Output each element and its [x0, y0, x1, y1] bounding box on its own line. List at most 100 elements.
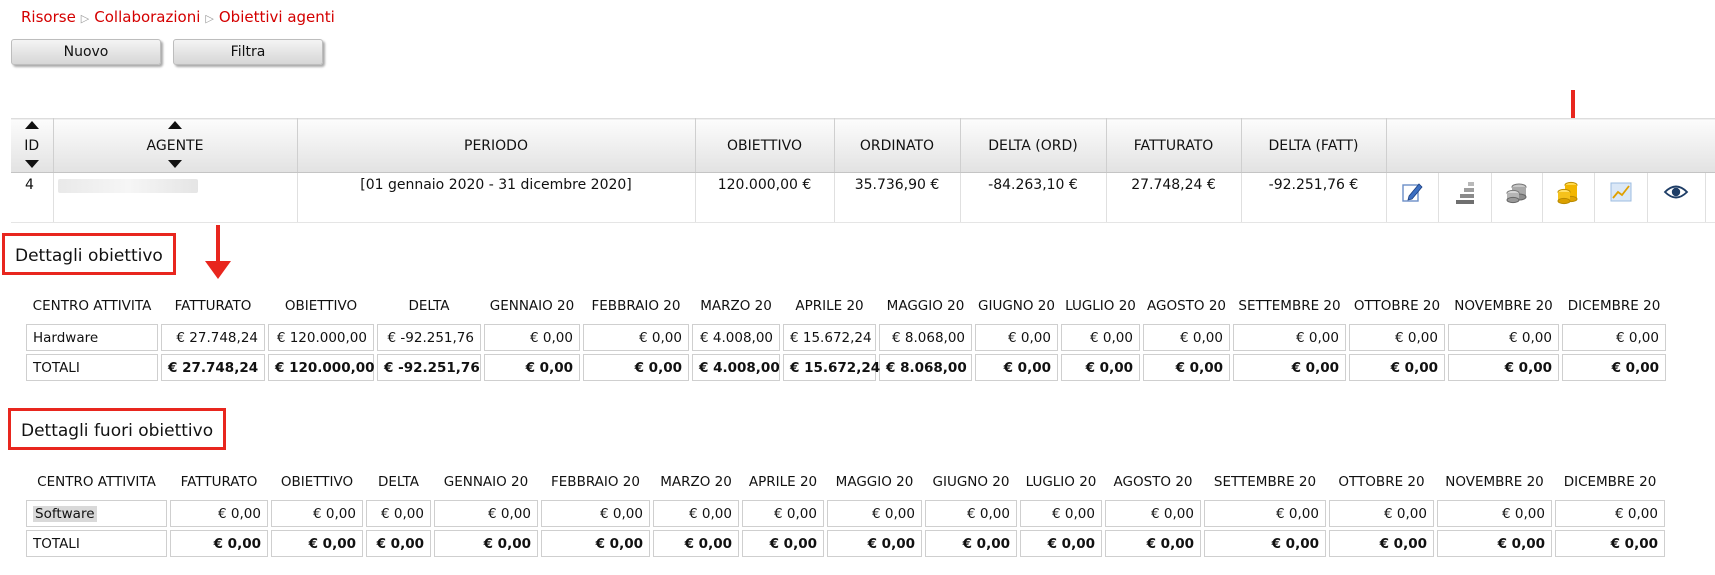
cell-value: € 8.068,00 — [879, 354, 972, 381]
sort-desc-icon[interactable] — [168, 160, 182, 168]
outside-header-fatturato: FATTURATO — [180, 474, 258, 490]
details-header-obiettivo: OBIETTIVO — [284, 298, 358, 314]
cell-value: € 0,00 — [1555, 500, 1665, 527]
cell-centro: Hardware — [26, 324, 158, 351]
cell-value: € 0,00 — [1349, 324, 1445, 351]
agent-name-redacted — [57, 179, 198, 193]
cell-value: € 0,00 — [1105, 500, 1201, 527]
details-section-title: Dettagli obiettivo — [2, 233, 176, 275]
action-bars[interactable] — [1438, 172, 1492, 223]
coins-stack-gold-icon[interactable] — [1555, 179, 1581, 205]
details-header-month: LUGLIO 20 — [1065, 298, 1136, 314]
outside-header-month: DICEMBRE 20 — [1563, 474, 1657, 490]
cell-value: € 0,00 — [975, 354, 1058, 381]
cell-value: € 0,00 — [1061, 354, 1140, 381]
outside-header-month: SETTEMBRE 20 — [1213, 474, 1317, 490]
eye-icon[interactable] — [1663, 179, 1689, 205]
sort-asc-icon[interactable] — [168, 121, 182, 129]
column-header-fatturato: FATTURATO — [1106, 118, 1242, 173]
outside-section-title: Dettagli fuori obiettivo — [8, 408, 227, 450]
cell-value: € 0,00 — [170, 530, 268, 557]
cell-value: € 0,00 — [827, 500, 922, 527]
column-header-agente[interactable]: AGENTE — [53, 118, 298, 173]
details-header-month: APRILE 20 — [795, 298, 864, 314]
bar-chart-icon[interactable] — [1452, 179, 1478, 205]
cell-value: € 0,00 — [484, 324, 580, 351]
cell-filler — [1705, 172, 1715, 223]
cell-value: € 0,00 — [1329, 530, 1434, 557]
cell-value: € 0,00 — [653, 500, 739, 527]
column-header-delta-fatt: DELTA (FATT) — [1241, 118, 1387, 173]
cell-value: € 0,00 — [271, 530, 363, 557]
cell-value: € 0,00 — [366, 500, 431, 527]
breadcrumb-separator: ▷ — [80, 12, 90, 25]
action-line-chart[interactable] — [1594, 172, 1648, 223]
breadcrumb-risorse[interactable]: Risorse — [21, 8, 76, 26]
column-header-id[interactable]: ID — [11, 118, 54, 173]
breadcrumb-collaborazioni[interactable]: Collaborazioni — [94, 8, 200, 26]
cell-value: € 0,00 — [1448, 354, 1559, 381]
outside-header-centro: CENTRO ATTIVITA — [37, 474, 156, 490]
cell-value: € 27.748,24 — [161, 354, 265, 381]
cell-value: € 0,00 — [925, 500, 1017, 527]
outside-header-month: MARZO 20 — [660, 474, 732, 490]
details-header-row: CENTRO ATTIVITA FATTURATO OBIETTIVO DELT… — [26, 291, 1666, 321]
action-coins-gray[interactable] — [1491, 172, 1543, 223]
cell-centro: TOTALI — [26, 354, 158, 381]
cell-value: € 0,00 — [1437, 500, 1552, 527]
column-header-ordinato: ORDINATO — [834, 118, 961, 173]
cell-value: € -92.251,76 — [377, 324, 481, 351]
details-header-month: DICEMBRE 20 — [1567, 298, 1661, 314]
cell-value: € 120.000,00 — [268, 324, 374, 351]
objectives-table: ID AGENTE PERIODO OBIETTIVO ORDINATO DEL… — [11, 118, 1715, 223]
cell-value: € 0,00 — [541, 530, 650, 557]
cell-value: € 0,00 — [1143, 324, 1230, 351]
action-coins-gold[interactable] — [1542, 172, 1595, 223]
details-header-month: FEBBRAIO 20 — [591, 298, 681, 314]
cell-value: € 27.748,24 — [161, 324, 265, 351]
cell-value: € 0,00 — [1143, 354, 1230, 381]
cell-ordinato: 35.736,90 € — [834, 172, 961, 223]
cell-value: € 0,00 — [170, 500, 268, 527]
action-edit[interactable] — [1386, 172, 1439, 223]
cell-value: € 0,00 — [1020, 530, 1102, 557]
cell-agente — [53, 172, 298, 223]
column-header-obiettivo: OBIETTIVO — [695, 118, 835, 173]
cell-value: € 0,00 — [1233, 354, 1346, 381]
cell-value: € 0,00 — [1448, 324, 1559, 351]
cell-value: € 0,00 — [925, 530, 1017, 557]
cell-value: € 0,00 — [1020, 500, 1102, 527]
outside-header-row: CENTRO ATTIVITA FATTURATO OBIETTIVO DELT… — [26, 467, 1665, 497]
cell-value: € 15.672,24 — [783, 324, 876, 351]
action-view[interactable] — [1647, 172, 1706, 223]
new-button[interactable]: Nuovo — [11, 39, 161, 65]
table-header-row: ID AGENTE PERIODO OBIETTIVO ORDINATO DEL… — [11, 118, 1715, 173]
sort-desc-icon[interactable] — [24, 160, 39, 168]
cell-value: € 0,00 — [975, 324, 1058, 351]
details-header-month: MAGGIO 20 — [886, 298, 965, 314]
details-header-month: MARZO 20 — [700, 298, 772, 314]
cell-value: € -92.251,76 — [377, 354, 481, 381]
cell-value: € 0,00 — [583, 354, 689, 381]
cell-value: € 0,00 — [1204, 530, 1326, 557]
cell-value: € 0,00 — [1233, 324, 1346, 351]
breadcrumb-obiettivi-agenti[interactable]: Obiettivi agenti — [219, 8, 335, 26]
line-chart-icon[interactable] — [1608, 179, 1634, 205]
details-header-delta: DELTA — [408, 298, 450, 314]
sort-asc-icon[interactable] — [24, 121, 39, 129]
outside-header-month: GIUGNO 20 — [932, 474, 1010, 490]
table-row: Hardware € 27.748,24 € 120.000,00 € -92.… — [26, 324, 1666, 351]
details-header-fatturato: FATTURATO — [174, 298, 252, 314]
outside-header-month: LUGLIO 20 — [1025, 474, 1097, 490]
filter-button[interactable]: Filtra — [173, 39, 323, 65]
cell-value: € 4.008,00 — [692, 354, 780, 381]
edit-pencil-icon[interactable] — [1399, 179, 1425, 205]
details-header-month: GIUGNO 20 — [978, 298, 1055, 314]
details-header-month: AGOSTO 20 — [1147, 298, 1226, 314]
outside-header-month: OTTOBRE 20 — [1338, 474, 1425, 490]
cell-value: € 0,00 — [742, 530, 824, 557]
cell-value: € 0,00 — [541, 500, 650, 527]
coins-stack-gray-icon[interactable] — [1504, 179, 1530, 205]
cell-periodo: [01 gennaio 2020 - 31 dicembre 2020] — [297, 172, 696, 223]
table-row-totals: TOTALI € 27.748,24 € 120.000,00 € -92.25… — [26, 354, 1666, 381]
